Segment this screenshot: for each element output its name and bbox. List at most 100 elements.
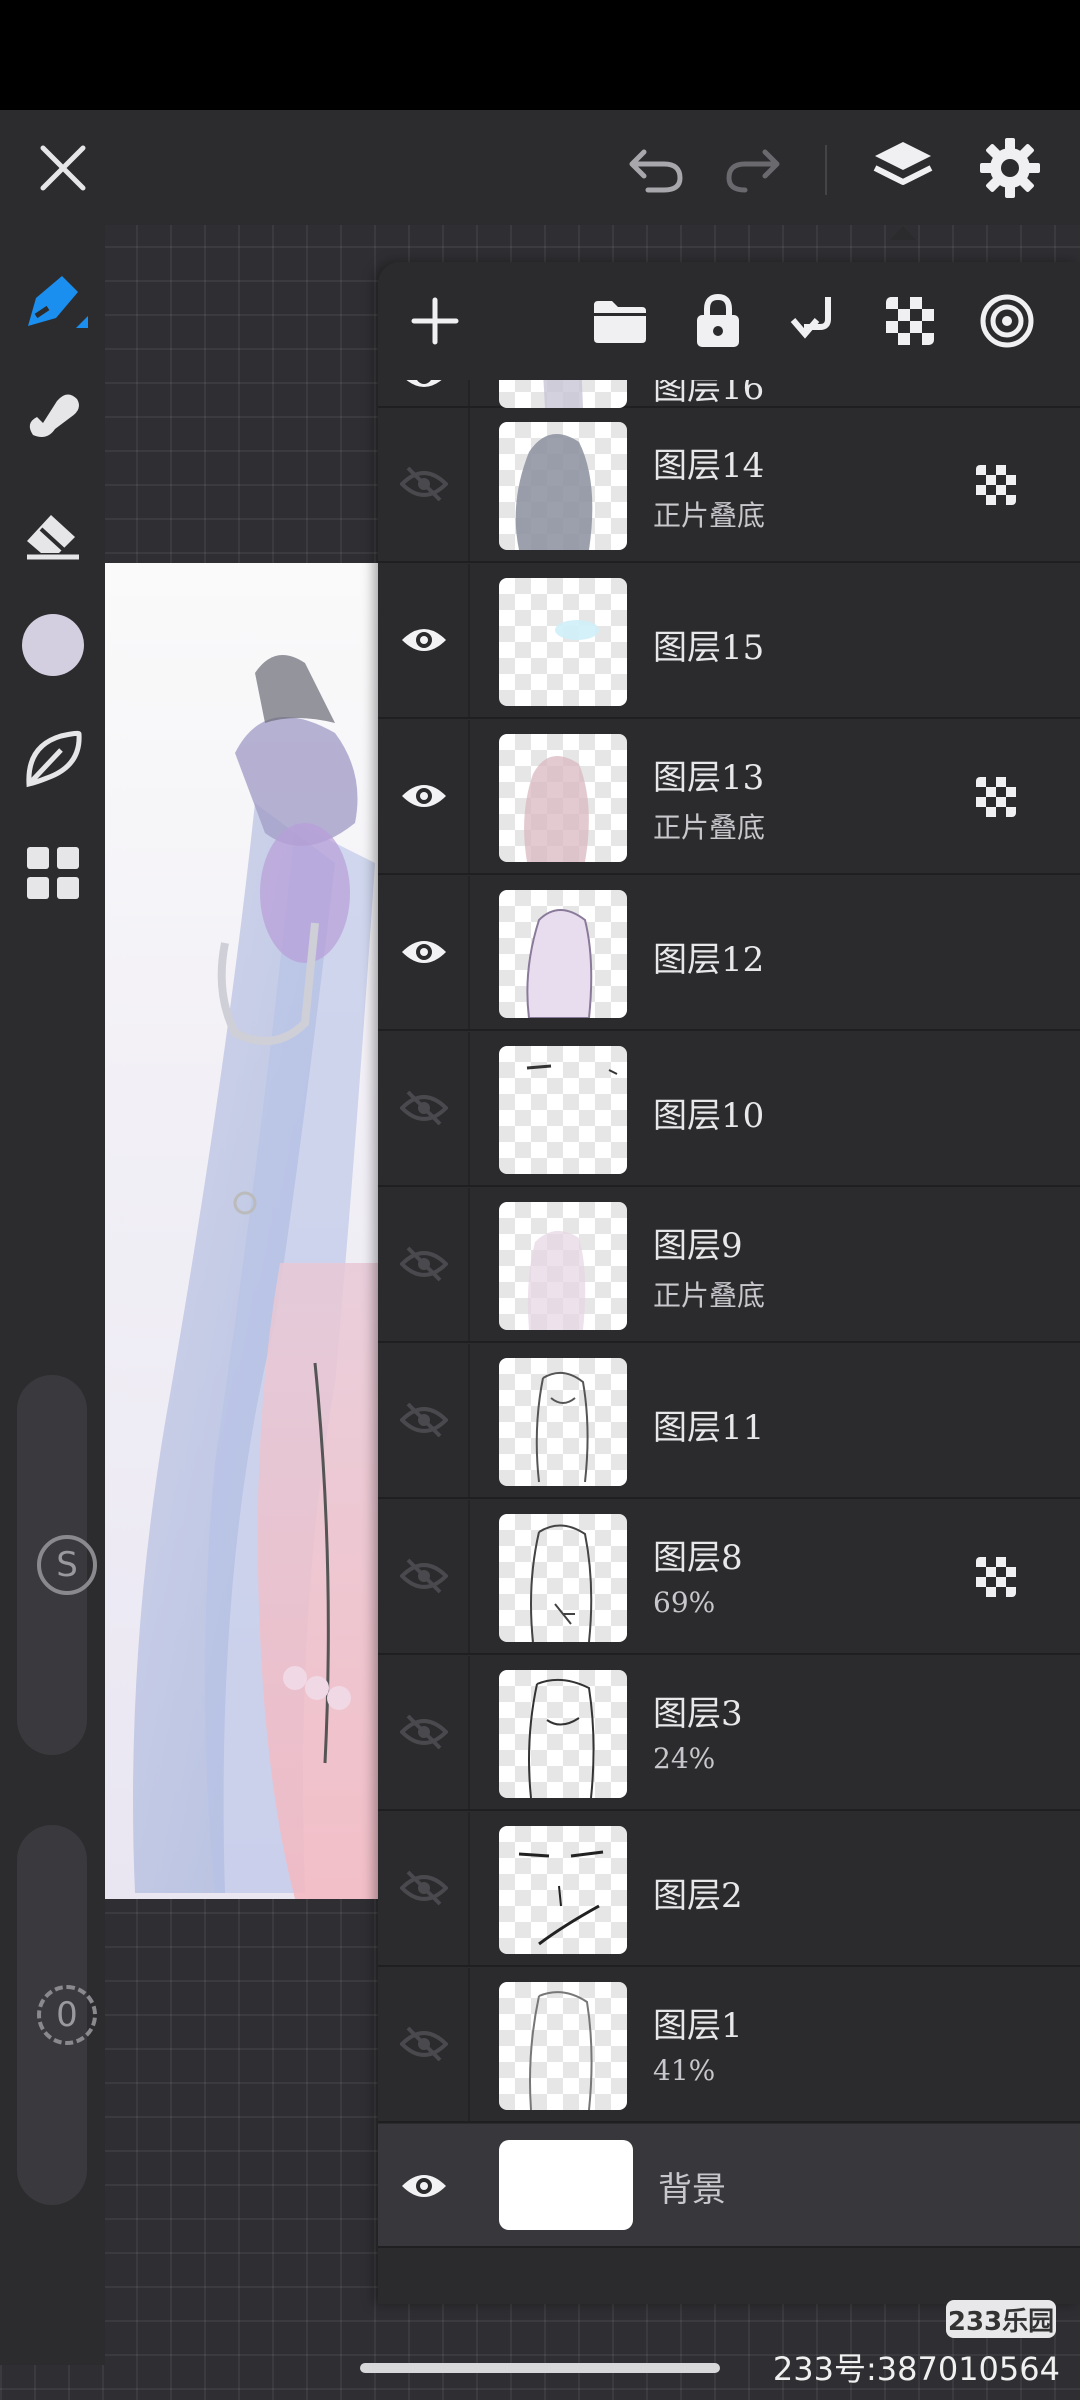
- alpha-lock-indicator-icon: [976, 777, 1016, 817]
- close-icon: [40, 145, 86, 191]
- layer-row[interactable]: 图层11: [378, 1344, 1080, 1499]
- adjustments-button[interactable]: [10, 715, 95, 800]
- leaf-icon: [25, 730, 82, 787]
- fill-layer-icon: [980, 294, 1034, 348]
- opacity-slider-icon: 0: [37, 1985, 97, 2045]
- layer-name: 图层16: [653, 380, 765, 408]
- layer-name: 图层12: [653, 940, 765, 980]
- blend-mode-label: 正片叠底: [653, 1279, 766, 1312]
- layer-row[interactable]: 图层15: [378, 564, 1080, 719]
- layers-icon: [873, 142, 933, 185]
- layer-name: 图层15: [653, 628, 765, 668]
- merge-down-button[interactable]: [778, 286, 848, 356]
- visibility-column: [378, 1656, 470, 1809]
- layer-row[interactable]: 图层9 正片叠底: [378, 1188, 1080, 1343]
- undo-icon: [629, 149, 683, 193]
- pen-tool-button[interactable]: [10, 260, 95, 345]
- pen-tool-icon: [27, 275, 88, 328]
- layer-name: 图层3: [653, 1694, 743, 1734]
- settings-button[interactable]: [970, 128, 1050, 208]
- alpha-lock-indicator-icon: [976, 1557, 1016, 1597]
- layer-thumbnail: [499, 1358, 627, 1486]
- eye-hidden-icon[interactable]: [400, 1708, 448, 1756]
- background-layer-row[interactable]: 背景: [378, 2124, 1080, 2248]
- layer-name: 图层14: [653, 446, 765, 486]
- eraser-button[interactable]: [10, 488, 95, 573]
- smudge-tool-icon: [29, 393, 79, 437]
- visibility-column: [378, 2124, 468, 2246]
- layer-name: 图层8: [653, 1538, 743, 1578]
- visibility-column: [378, 720, 470, 873]
- color-picker-button[interactable]: [10, 602, 95, 687]
- layer-thumbnail: [499, 380, 627, 408]
- eye-hidden-icon[interactable]: [400, 460, 448, 508]
- eye-hidden-icon[interactable]: [400, 1396, 448, 1444]
- layer-row[interactable]: 图层12: [378, 876, 1080, 1031]
- size-slider-label: S: [56, 1545, 78, 1585]
- layer-thumbnail: [499, 422, 627, 550]
- background-color-swatch[interactable]: [499, 2140, 633, 2230]
- eye-hidden-icon[interactable]: [400, 2020, 448, 2068]
- status-bar: [0, 0, 1080, 110]
- visibility-column: [378, 1500, 470, 1653]
- size-slider-icon: S: [37, 1535, 97, 1595]
- close-button[interactable]: [23, 128, 103, 208]
- eye-hidden-icon[interactable]: [400, 1084, 448, 1132]
- layer-name: 图层13: [653, 758, 765, 798]
- gallery-button[interactable]: [10, 830, 95, 915]
- layer-row[interactable]: 图层14 正片叠底: [378, 408, 1080, 563]
- layer-thumbnail: [499, 578, 627, 706]
- visibility-column: [378, 1344, 470, 1497]
- lock-layer-button[interactable]: [683, 286, 753, 356]
- artboard[interactable]: [105, 563, 380, 1899]
- layer-thumbnail: [499, 1826, 627, 1954]
- brush-size-slider[interactable]: S: [17, 1375, 97, 1755]
- alpha-lock-button[interactable]: [875, 286, 945, 356]
- layer-row[interactable]: 图层10: [378, 1032, 1080, 1187]
- group-layers-button[interactable]: [585, 286, 655, 356]
- eye-icon[interactable]: [400, 772, 448, 820]
- layer-row[interactable]: 图层3 24%: [378, 1656, 1080, 1811]
- folder-icon: [594, 301, 646, 343]
- layer-name: 图层1: [653, 2006, 743, 2046]
- grid-icon: [26, 846, 79, 899]
- eye-icon[interactable]: [400, 928, 448, 976]
- layer-thumbnail: [499, 1982, 627, 2110]
- opacity-slider-label: 0: [56, 1995, 78, 2035]
- add-layer-button[interactable]: [400, 286, 470, 356]
- eraser-icon: [26, 514, 79, 559]
- layer-thumbnail: [499, 734, 627, 862]
- layer-row[interactable]: 图层13 正片叠底: [378, 720, 1080, 875]
- fill-layer-button[interactable]: [972, 286, 1042, 356]
- layers-panel: 图层16 图层14 正片叠底 图层15 图层13 正片叠底 图层12 图层10 …: [378, 262, 1080, 2304]
- visibility-column: [378, 380, 470, 406]
- layer-row[interactable]: 图层1 41%: [378, 1968, 1080, 2123]
- opacity-slider[interactable]: 0: [17, 1825, 97, 2205]
- add-layer-icon: [411, 297, 459, 345]
- layers-button[interactable]: [863, 128, 943, 208]
- layers-list[interactable]: 图层16 图层14 正片叠底 图层15 图层13 正片叠底 图层12 图层10 …: [378, 380, 1080, 2304]
- blend-mode-label: 正片叠底: [653, 499, 766, 532]
- layer-thumbnail: [499, 1670, 627, 1798]
- eye-icon[interactable]: [400, 380, 448, 400]
- merge-down-icon: [790, 297, 831, 339]
- eye-hidden-icon[interactable]: [400, 1552, 448, 1600]
- visibility-column: [378, 564, 470, 717]
- layer-row[interactable]: 图层16: [378, 380, 1080, 408]
- gear-icon: [980, 138, 1040, 198]
- eye-hidden-icon[interactable]: [400, 1864, 448, 1912]
- alpha-lock-icon: [886, 297, 934, 345]
- layer-row[interactable]: 图层2: [378, 1812, 1080, 1967]
- undo-button[interactable]: [616, 128, 696, 208]
- redo-button[interactable]: [713, 128, 793, 208]
- layer-row[interactable]: 图层8 69%: [378, 1500, 1080, 1655]
- alpha-lock-indicator-icon: [976, 465, 1016, 505]
- visibility-column: [378, 876, 470, 1029]
- opacity-label: 41%: [653, 2054, 716, 2087]
- home-indicator[interactable]: [360, 2363, 720, 2373]
- eye-icon[interactable]: [400, 2162, 448, 2210]
- smudge-tool-button[interactable]: [10, 372, 95, 457]
- artwork-image: [133, 655, 380, 1899]
- eye-hidden-icon[interactable]: [400, 1240, 448, 1288]
- eye-icon[interactable]: [400, 616, 448, 664]
